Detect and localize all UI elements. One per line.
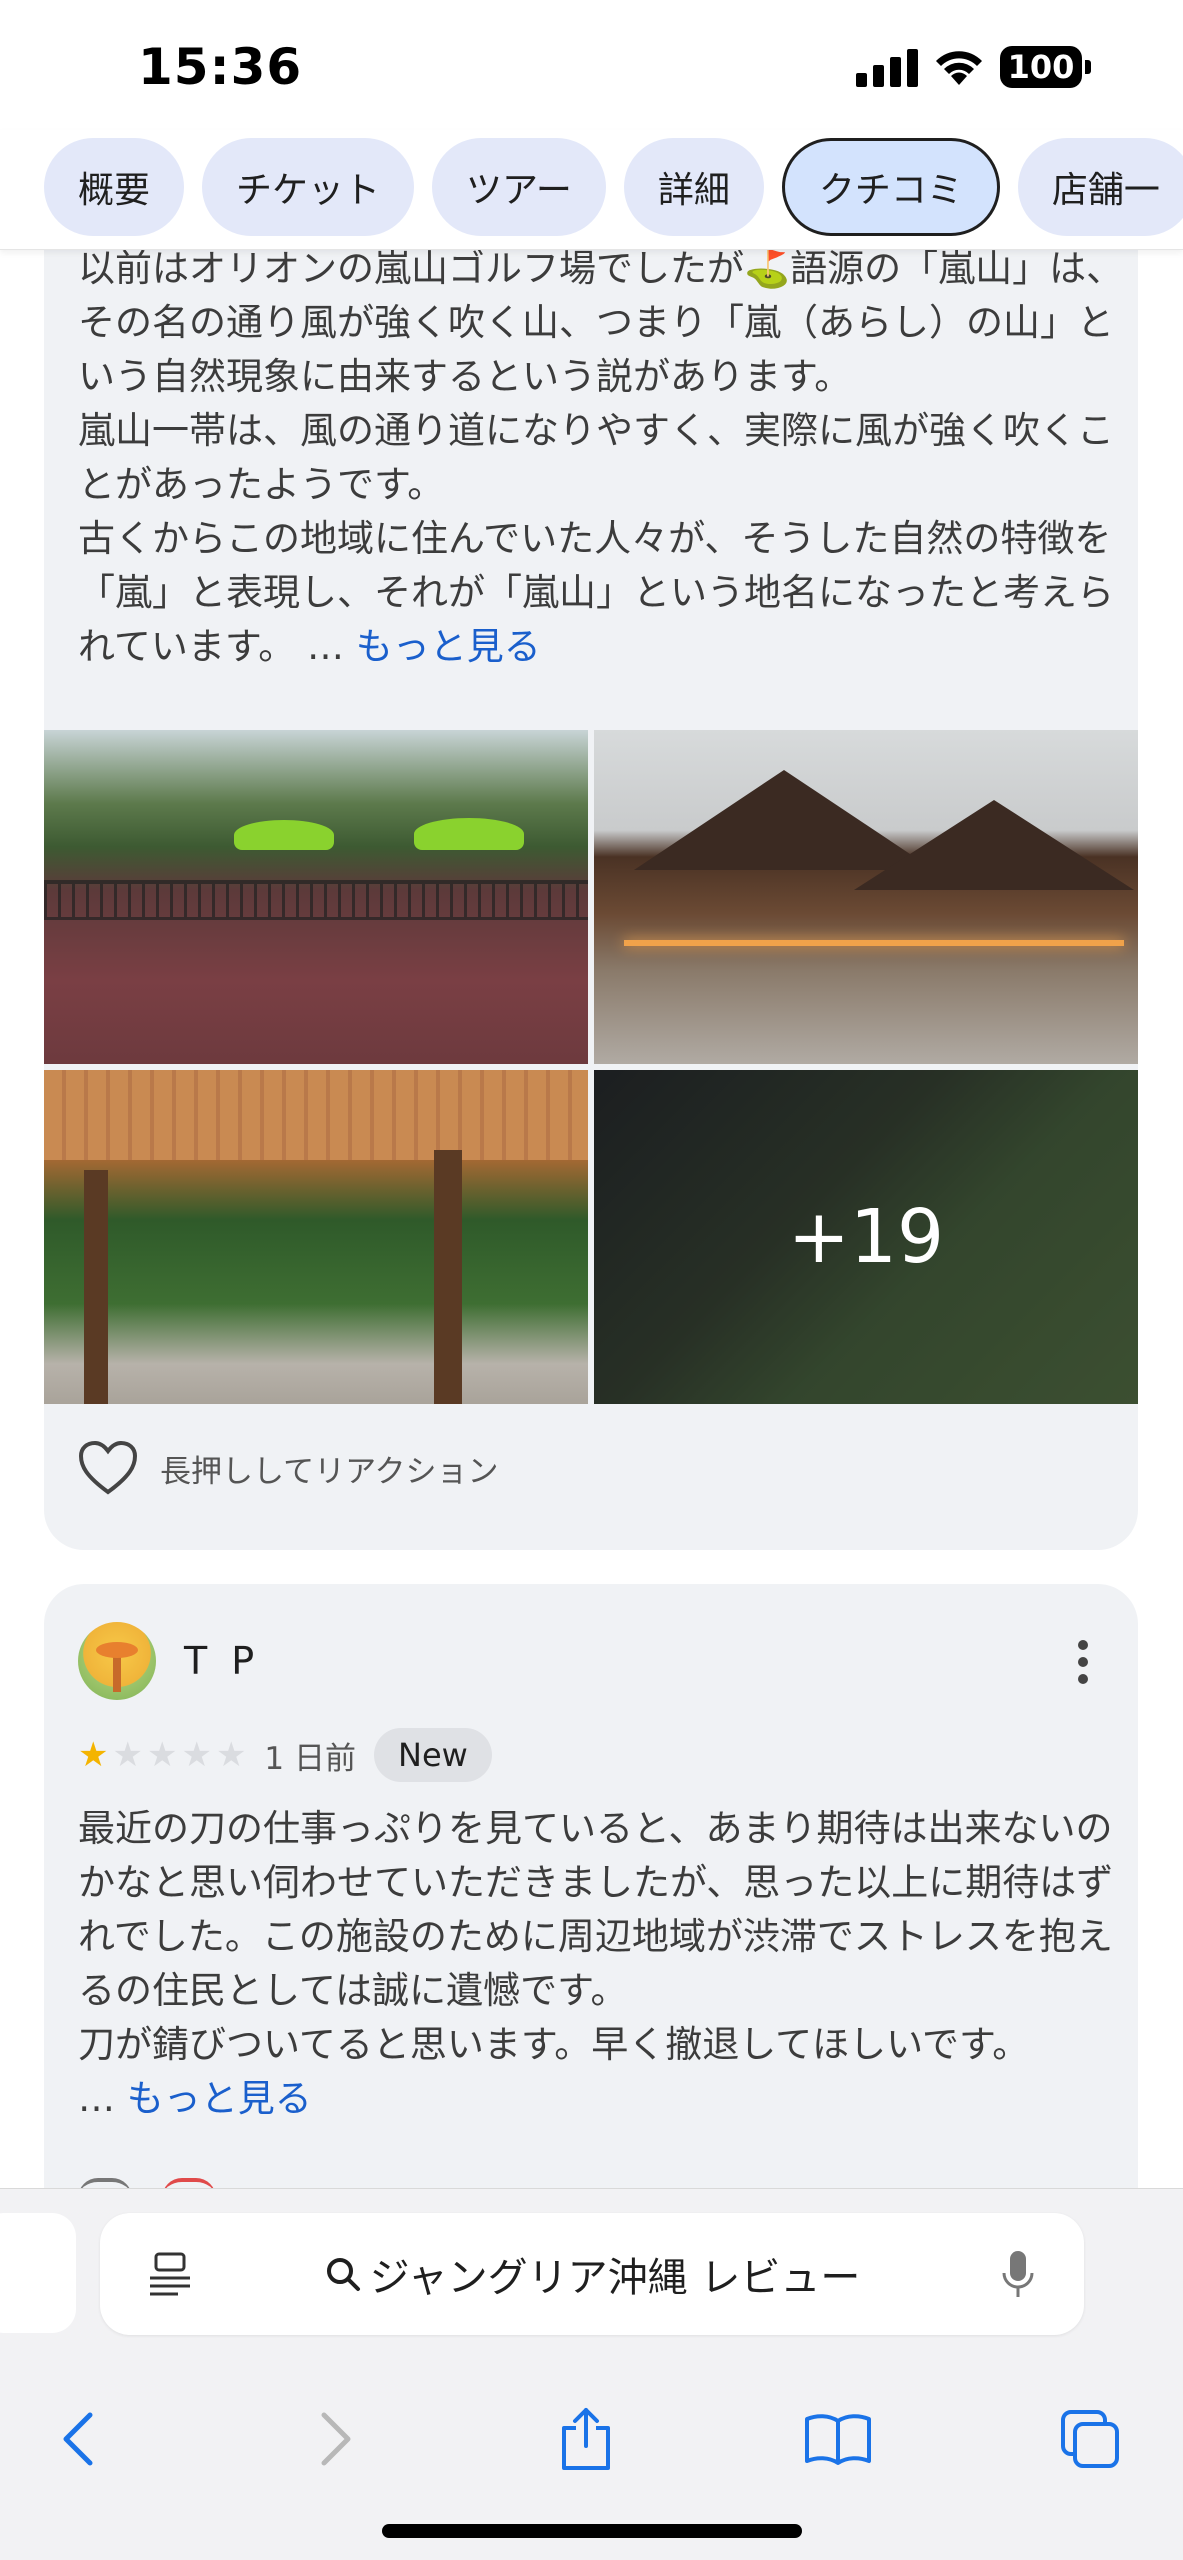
review-photo-more[interactable]: +19 bbox=[594, 1070, 1138, 1404]
more-options-icon[interactable] bbox=[1078, 1640, 1088, 1684]
star-filled-icon: ★ bbox=[78, 1735, 109, 1775]
review-photo[interactable] bbox=[44, 730, 588, 1064]
reaction-label: 長押ししてリアクション bbox=[160, 1453, 499, 1490]
section-tabs: 概要 チケット ツアー 詳細 クチコミ 店舗一 bbox=[0, 130, 1183, 250]
browser-toolbar: ジャングリア沖縄 レビュー bbox=[0, 2188, 1183, 2560]
review-photo-grid: +19 bbox=[44, 730, 1138, 1406]
tab-overview[interactable]: 概要 bbox=[44, 138, 185, 236]
reviewer-name[interactable]: T P bbox=[184, 1639, 260, 1683]
rating-row: ★ ★ ★ ★ ★ 1 日前 New bbox=[78, 1728, 492, 1782]
star-empty-icon: ★ bbox=[146, 1735, 178, 1775]
review-text-paragraph: 刀が錆びついてると思います。早く撤退してほしいです。 bbox=[78, 2023, 1030, 2066]
browser-nav bbox=[0, 2399, 1183, 2489]
bookmarks-button[interactable] bbox=[798, 2399, 878, 2479]
new-badge: New bbox=[374, 1728, 492, 1782]
review-text-paragraph: 古くからこの地域に住んでいた人々が、そうした自然の特徴を「嵐」と表現し、それが「… bbox=[78, 517, 1114, 668]
share-button[interactable] bbox=[546, 2399, 626, 2479]
review-text-paragraph: 以前はオリオンの嵐山ゴルフ場でしたが⛳語源の「嵐山」は、その名の通り風が強く吹く… bbox=[78, 247, 1124, 398]
bookmarks-icon bbox=[805, 2414, 871, 2465]
back-icon bbox=[63, 2412, 93, 2466]
star-empty-icon: ★ bbox=[181, 1735, 212, 1775]
search-icon bbox=[326, 2258, 360, 2291]
reviewer[interactable]: T P bbox=[78, 1622, 260, 1700]
review-card: 以前はオリオンの嵐山ゴルフ場でしたが⛳語源の「嵐山」は、その名の通り風が強く吹く… bbox=[44, 200, 1138, 1550]
forward-icon bbox=[321, 2412, 351, 2466]
back-button[interactable] bbox=[38, 2399, 118, 2479]
photo-more-count: +19 bbox=[787, 1194, 945, 1280]
reaction-button[interactable]: 長押ししてリアクション bbox=[78, 1440, 499, 1496]
avatar[interactable] bbox=[78, 1622, 156, 1700]
more-link[interactable]: もっと見る bbox=[127, 2077, 312, 2120]
tab-stores[interactable]: 店舗一 bbox=[1017, 138, 1183, 236]
review-text-paragraph: 嵐山一帯は、風の通り道になりやすく、実際に風が強く吹くことがあったようです。 bbox=[78, 409, 1114, 506]
search-query-text: ジャングリア沖縄 レビュー bbox=[369, 2255, 861, 2301]
heart-icon bbox=[78, 1440, 138, 1495]
cellular-signal-icon bbox=[856, 47, 918, 87]
tab-tours[interactable]: ツアー bbox=[432, 138, 606, 236]
status-bar: 15:36 100 bbox=[0, 0, 1183, 130]
review-photo[interactable] bbox=[594, 730, 1138, 1064]
battery-level: 100 bbox=[1000, 46, 1082, 88]
share-icon bbox=[562, 2408, 610, 2470]
star-rating: ★ ★ ★ ★ ★ bbox=[78, 1738, 246, 1772]
search-query[interactable]: ジャングリア沖縄 レビュー bbox=[100, 2213, 1084, 2335]
forward-button[interactable] bbox=[296, 2399, 376, 2479]
status-time: 15:36 bbox=[138, 38, 303, 96]
more-link[interactable]: もっと見る bbox=[356, 625, 541, 668]
address-bar[interactable]: ジャングリア沖縄 レビュー bbox=[100, 2213, 1084, 2335]
review-text[interactable]: 最近の刀の仕事っぷりを見ていると、あまり期待は出来ないのかなと思い伺わせていただ… bbox=[78, 1802, 1128, 2126]
ellipsis: … bbox=[78, 2077, 115, 2120]
review-date: 1 日前 bbox=[264, 1740, 356, 1777]
microphone-icon[interactable] bbox=[1000, 2249, 1036, 2301]
review-photo[interactable] bbox=[44, 1070, 588, 1404]
tab-details[interactable]: 詳細 bbox=[623, 138, 764, 236]
star-empty-icon: ★ bbox=[112, 1735, 143, 1775]
review-text-paragraph: 最近の刀の仕事っぷりを見ていると、あまり期待は出来ないのかなと思い伺わせていただ… bbox=[78, 1807, 1114, 2012]
battery-icon: 100 bbox=[1000, 46, 1091, 88]
star-empty-icon: ★ bbox=[215, 1735, 247, 1775]
wifi-icon bbox=[936, 51, 982, 85]
tab-reviews[interactable]: クチコミ bbox=[781, 138, 1000, 236]
tabs-button[interactable] bbox=[1050, 2399, 1130, 2479]
tabs-icon bbox=[1061, 2410, 1119, 2468]
tab-tickets[interactable]: チケット bbox=[202, 138, 415, 236]
status-icons: 100 bbox=[856, 46, 1091, 88]
home-indicator[interactable] bbox=[382, 2524, 802, 2538]
review-text[interactable]: 以前はオリオンの嵐山ゴルフ場でしたが⛳語源の「嵐山」は、その名の通り風が強く吹く… bbox=[78, 242, 1128, 674]
previous-tab-peek[interactable] bbox=[0, 2213, 76, 2333]
ellipsis: … bbox=[306, 625, 344, 668]
tabs-row: 概要 チケット ツアー 詳細 クチコミ 店舗一 bbox=[44, 138, 1183, 236]
